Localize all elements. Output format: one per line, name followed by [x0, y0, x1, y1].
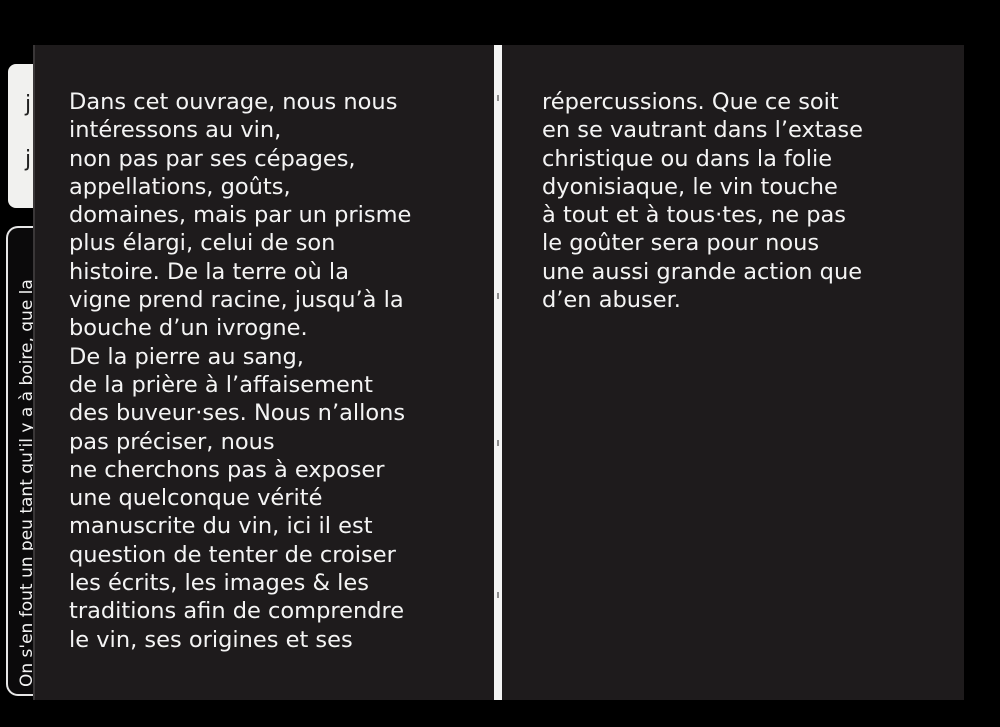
text-line: question de tenter de croiser	[69, 541, 396, 568]
text-line: ne cherchons pas à exposer	[69, 456, 385, 483]
text-line: traditions afin de comprendre	[69, 598, 405, 625]
text-line: le goûter sera pour nous	[542, 230, 820, 257]
book-gutter	[494, 45, 502, 700]
text-line: Dans cet ouvrage, nous nous	[69, 89, 398, 115]
text-line: une aussi grande action que	[542, 258, 863, 285]
right-page: répercussions. Que ce soit en se vautran…	[502, 45, 964, 700]
text-line: De la pierre au sang,	[69, 343, 304, 370]
text-line: christique ou dans la folie	[542, 145, 833, 172]
text-line: une quelconque vérité	[69, 485, 323, 512]
text-line: vigne prend racine, jusqu’à la	[69, 287, 404, 314]
tab-char-2: j	[25, 147, 32, 172]
text-line: intéressons au vin,	[69, 117, 282, 144]
text-line: en se vautrant dans l’extase	[542, 117, 863, 144]
left-page-text: Dans cet ouvrage, nous nous intéressons …	[69, 88, 411, 654]
text-line: appellations, goûts,	[69, 173, 291, 200]
text-line: pas préciser, nous	[69, 428, 275, 455]
tab-char-1: j	[25, 92, 32, 117]
text-line: histoire. De la terre où la	[69, 258, 349, 285]
text-line: les écrits, les images & les	[69, 570, 369, 597]
binding-stitch	[497, 293, 499, 299]
booklet-scan: j j On s'en fout un peu tant qu'il y a à…	[0, 0, 1000, 727]
text-line: de la prière à l’affaisement	[69, 371, 373, 398]
text-line: à tout et à tous·tes, ne pas	[542, 202, 846, 229]
binding-stitch	[497, 592, 499, 598]
text-line: manuscrite du vin, ici il est	[69, 513, 373, 540]
text-line: des buveur·ses. Nous n’allons	[69, 400, 406, 427]
binding-stitch	[497, 440, 499, 446]
text-line: non pas par ses cépages,	[69, 145, 356, 172]
text-line: répercussions. Que ce soit	[542, 89, 839, 115]
left-page: Dans cet ouvrage, nous nous intéressons …	[33, 45, 494, 700]
text-line: domaines, mais par un prisme	[69, 202, 412, 229]
binding-stitch	[497, 95, 499, 101]
text-line: le vin, ses origines et ses	[69, 626, 353, 653]
text-line: d’en abuser.	[542, 287, 681, 314]
text-line: bouche d’un ivrogne.	[69, 315, 308, 342]
text-line: plus élargi, celui de son	[69, 230, 336, 257]
text-line: dyonisiaque, le vin touche	[542, 173, 838, 200]
right-page-text: répercussions. Que ce soit en se vautran…	[542, 88, 863, 314]
